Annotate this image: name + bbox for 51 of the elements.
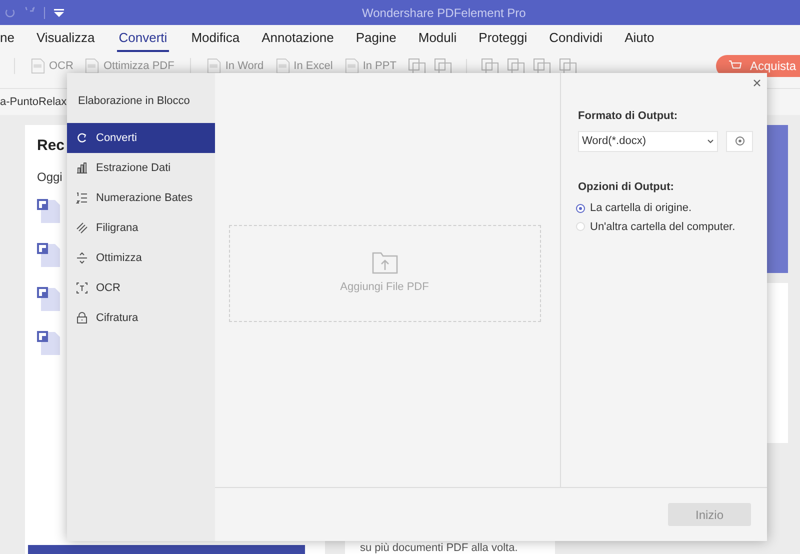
sidebar-item[interactable]: Ottimizza [67, 243, 215, 273]
dropdown-icon[interactable] [53, 8, 65, 18]
format-dropdown[interactable]: Word(*.docx) [578, 130, 718, 152]
bar-chart-icon [76, 162, 88, 174]
text-scan-icon [76, 282, 88, 294]
document-tab[interactable]: a-PuntoRelax [0, 94, 67, 110]
sidebar-item[interactable]: Filigrana [67, 213, 215, 243]
chevron-down-icon [707, 138, 714, 144]
menu-tab[interactable]: Pagine [356, 28, 396, 52]
rotate-icon [76, 132, 88, 144]
menu-tab[interactable]: Aiuto [624, 28, 654, 52]
menu-tab[interactable]: Moduli [418, 28, 457, 52]
diagonal-lines-icon [76, 222, 88, 234]
field-label: Formato di Output: [578, 109, 679, 124]
sidebar-item[interactable]: Converti [67, 123, 215, 153]
window-title: Wondershare PDFelement Pro [362, 5, 526, 22]
menu-tab[interactable]: Proteggi [478, 28, 528, 52]
compress-icon [76, 252, 88, 264]
file-icon [207, 58, 222, 74]
lock-icon [76, 312, 88, 324]
document-icon[interactable] [37, 330, 61, 356]
folder-upload-icon [372, 250, 398, 274]
document-icon[interactable] [37, 198, 61, 224]
file-icon [85, 58, 100, 74]
radio-label: La cartella di origine. [590, 201, 692, 216]
menu-tab[interactable]: Modifica [191, 28, 240, 52]
document-icon[interactable] [37, 286, 61, 312]
sidebar-item[interactable]: Estrazione Dati [67, 153, 215, 183]
menu-tab[interactable]: Visualizza [36, 28, 95, 52]
dialog-title: Elaborazione in Blocco [77, 94, 191, 109]
sidebar-item[interactable]: Numerazione Bates [67, 183, 215, 213]
section-heading: Rec [37, 136, 65, 156]
drop-zone-label: Aggiungi File PDF [340, 280, 429, 296]
sidebar-item[interactable]: Cifratura [67, 303, 215, 333]
group-label: Oggi [37, 168, 62, 186]
radio-button[interactable] [576, 204, 585, 213]
card-text: su più documenti PDF alla volta. [360, 542, 518, 554]
menu-tab[interactable]: Condividi [549, 28, 603, 52]
menu-tab[interactable]: ne [0, 28, 14, 52]
target-icon [734, 136, 744, 146]
close-icon[interactable] [753, 79, 761, 87]
file-icon [276, 58, 290, 74]
settings-button[interactable] [726, 130, 753, 152]
numbered-list-icon [76, 192, 88, 204]
sidebar-item[interactable]: OCR [67, 273, 215, 303]
field-label: Opzioni di Output: [578, 180, 675, 194]
file-icon [31, 58, 45, 74]
file-icon [344, 58, 359, 74]
menu-tab[interactable]: Annotazione [262, 28, 334, 52]
radio-label: Un'altra cartella del computer. [590, 220, 736, 234]
document-icon[interactable] [37, 242, 61, 268]
